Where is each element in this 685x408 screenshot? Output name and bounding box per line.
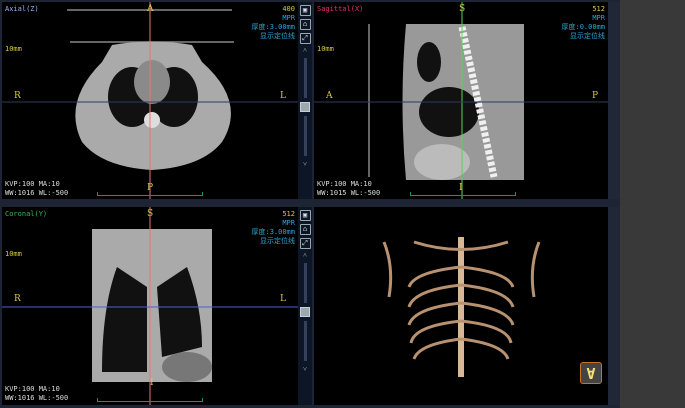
- slice-scrollbar[interactable]: [303, 58, 307, 98]
- axial-toolbar: ▣ ⌂ ⤢ ˄ ˅: [298, 2, 312, 199]
- orientation-right: P: [592, 91, 599, 101]
- volume-render-viewport[interactable]: [314, 207, 608, 405]
- slice-scroll-thumb[interactable]: [300, 307, 310, 317]
- viewport-title: Sagittal(X): [317, 5, 364, 13]
- scale-label: 10mm: [317, 45, 334, 53]
- scale-ruler: [410, 192, 516, 196]
- scroll-up-icon[interactable]: ˄: [298, 251, 312, 259]
- orientation-left: R: [14, 91, 21, 101]
- axial-image: [2, 2, 298, 199]
- mode-label: MPR: [282, 14, 295, 22]
- slice-scrollbar[interactable]: [303, 263, 307, 303]
- maximize-icon[interactable]: ⤢: [299, 238, 311, 249]
- reset-icon[interactable]: ⌂: [299, 224, 311, 235]
- scale-ruler: [97, 398, 203, 402]
- coronal-toolbar: ▣ ⌂ ⤢ ˄ ˅: [298, 207, 312, 405]
- orientation-bottom: P: [147, 183, 154, 193]
- scale-label: 10mm: [5, 45, 22, 53]
- show-locator-link[interactable]: 显示定位线: [260, 237, 295, 245]
- thickness-label: 厚度:3.00mm: [251, 23, 295, 31]
- orientation-right: L: [280, 91, 286, 101]
- slice-number: 512: [592, 5, 605, 13]
- thickness-label: 厚度:3.00mm: [251, 228, 295, 236]
- reset-icon[interactable]: ⌂: [299, 19, 311, 30]
- orientation-bottom: I: [150, 378, 154, 388]
- thickness-label: 厚度:0.00mm: [561, 23, 605, 31]
- layout-icon[interactable]: ▣: [299, 210, 311, 221]
- sagittal-image: [314, 2, 608, 199]
- viewport-title: Axial(Z): [5, 5, 39, 13]
- side-panel: [620, 0, 685, 408]
- coronal-viewport[interactable]: Coronal(Y) S I R L 512 MPR 厚度:3.00mm 显示定…: [2, 207, 298, 405]
- window-label: WW:1015 WL:-500: [317, 189, 381, 197]
- slice-number: 400: [282, 5, 295, 13]
- slice-number: 512: [282, 210, 295, 218]
- coronal-image: [2, 207, 298, 405]
- viewer-frame: Axial(Z) A P R L 400 MPR 厚度:3.00mm 显示定位线…: [0, 0, 620, 408]
- axial-viewport[interactable]: Axial(Z) A P R L 400 MPR 厚度:3.00mm 显示定位线…: [2, 2, 298, 199]
- sagittal-viewport[interactable]: Sagittal(X) S I A P 512 MPR 厚度:0.00mm 显示…: [314, 2, 608, 199]
- orientation-top: S: [147, 209, 154, 219]
- slice-scrollbar-lower[interactable]: [303, 321, 307, 361]
- slice-scrollbar-lower[interactable]: [303, 116, 307, 156]
- scale-ruler: [97, 192, 203, 196]
- kvp-label: KVP:100 MA:10: [5, 180, 60, 188]
- orientation-top: A: [147, 4, 154, 14]
- slice-scroll-thumb[interactable]: [300, 102, 310, 112]
- scroll-down-icon[interactable]: ˅: [298, 160, 312, 168]
- sagittal-scrollbar[interactable]: [608, 2, 620, 199]
- window-label: WW:1016 WL:-500: [5, 189, 69, 197]
- orientation-right: L: [280, 294, 286, 304]
- maximize-icon[interactable]: ⤢: [299, 33, 311, 44]
- orientation-left: R: [14, 294, 21, 304]
- volume-scrollbar[interactable]: [608, 207, 620, 405]
- orientation-left: A: [326, 91, 333, 101]
- show-locator-link[interactable]: 显示定位线: [260, 32, 295, 40]
- orientation-top: S: [459, 4, 466, 14]
- kvp-label: KVP:100 MA:10: [5, 385, 60, 393]
- scale-label: 10mm: [5, 250, 22, 258]
- window-label: WW:1016 WL:-500: [5, 394, 69, 402]
- mode-label: MPR: [592, 14, 605, 22]
- mode-label: MPR: [282, 219, 295, 227]
- orientation-cube-button[interactable]: A: [580, 362, 602, 384]
- scroll-down-icon[interactable]: ˅: [298, 365, 312, 373]
- kvp-label: KVP:100 MA:10: [317, 180, 372, 188]
- viewport-title: Coronal(Y): [5, 210, 48, 218]
- volume-render-image: [382, 237, 541, 377]
- show-locator-link[interactable]: 显示定位线: [570, 32, 605, 40]
- orientation-bottom: I: [459, 183, 463, 193]
- layout-icon[interactable]: ▣: [299, 5, 311, 16]
- scroll-up-icon[interactable]: ˄: [298, 46, 312, 54]
